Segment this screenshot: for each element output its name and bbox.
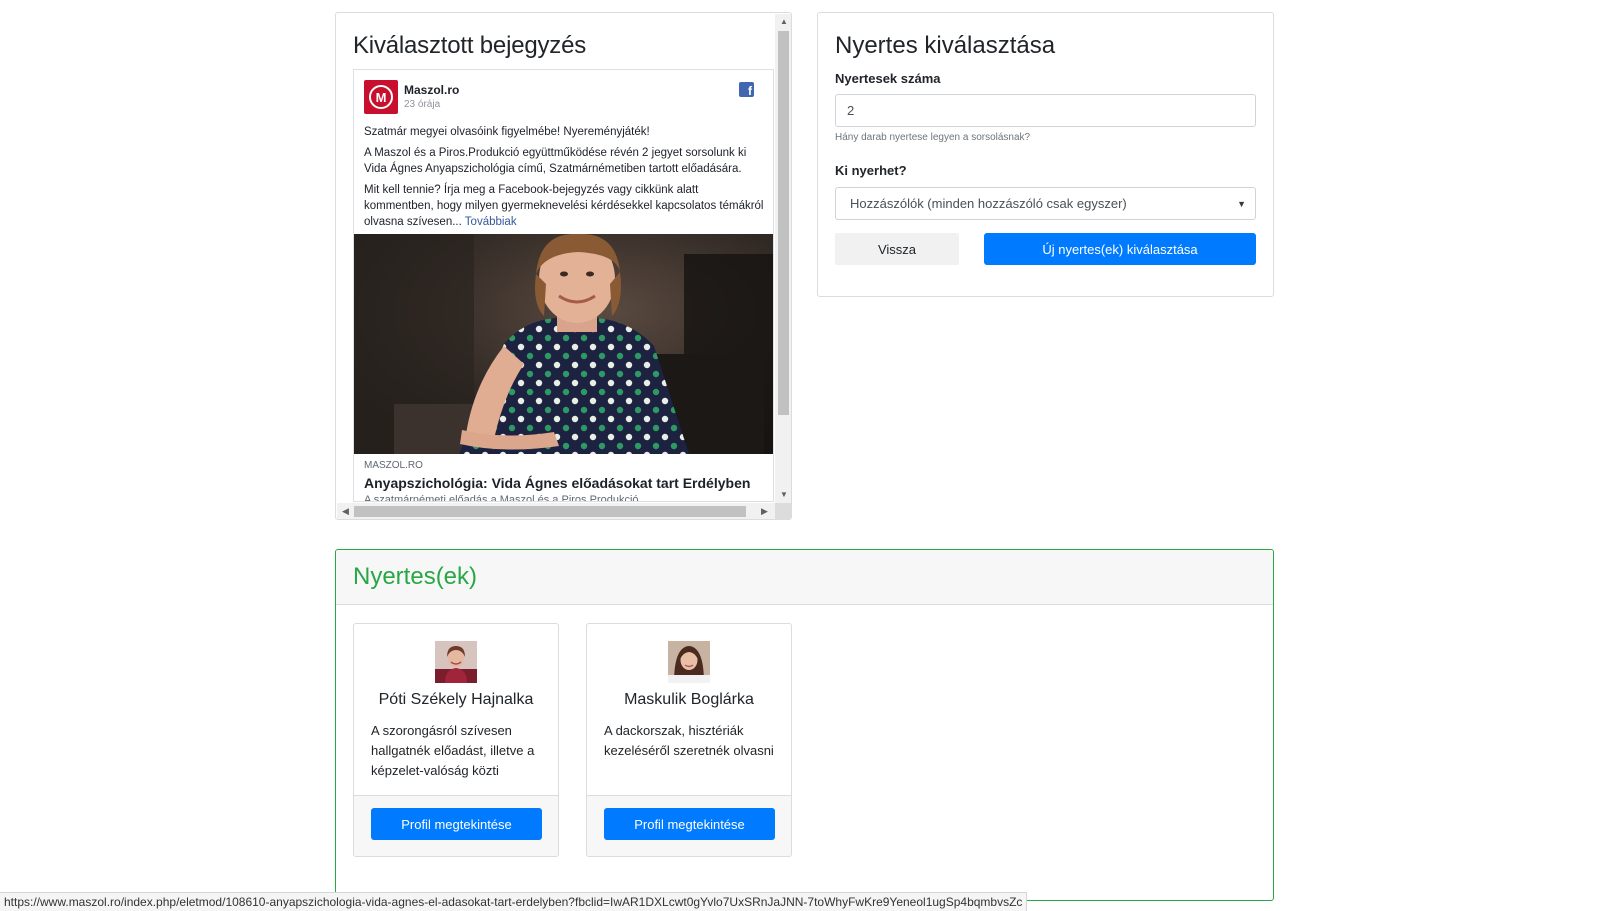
scroll-left-arrow-icon[interactable]: ◀ bbox=[342, 506, 349, 517]
post-horizontal-scrollbar[interactable]: ◀ ▶ bbox=[337, 503, 775, 519]
winner-card: Póti Székely Hajnalka A szorongásról szí… bbox=[353, 623, 559, 857]
post-paragraph-1: Szatmár megyei olvasóink figyelmébe! Nye… bbox=[364, 126, 650, 138]
vertical-scroll-thumb[interactable] bbox=[778, 31, 789, 415]
browser-status-bar: https://www.maszol.ro/index.php/eletmod/… bbox=[0, 892, 1028, 911]
post-page-name[interactable]: Maszol.ro bbox=[404, 83, 459, 97]
winner-count-input[interactable]: 2 bbox=[835, 94, 1256, 127]
selected-post-card: Kiválasztott bejegyzés M Maszol.ro 23 ór… bbox=[335, 12, 792, 520]
avatar[interactable] bbox=[668, 641, 710, 683]
winners-title: Nyertes(ek) bbox=[353, 563, 478, 590]
winner-selection-card: Nyertes kiválasztása Nyertesek száma 2 H… bbox=[817, 12, 1274, 297]
link-description: A szatmárnémeti előadás a Maszol és a Pi… bbox=[364, 494, 639, 502]
post-paragraph-3: Mit kell tennie? Írja meg a Facebook-bej… bbox=[364, 182, 764, 230]
winners-header: Nyertes(ek) bbox=[336, 550, 1273, 605]
winner-comment: A szorongásról szívesen hallgatnék előad… bbox=[371, 723, 535, 778]
winner-name: Póti Székely Hajnalka bbox=[378, 691, 534, 708]
selected-post-title: Kiválasztott bejegyzés bbox=[353, 32, 587, 59]
post-timestamp[interactable]: 23 órája bbox=[404, 99, 440, 110]
post-text: Szatmár megyei olvasóink figyelmébe! Nye… bbox=[364, 124, 764, 235]
winner-comment: A dackorszak, hisztériák kezeléséről sze… bbox=[604, 723, 774, 758]
winners-section: Nyertes(ek) Póti Székely Hajnalka A szor… bbox=[335, 549, 1274, 901]
maszol-logo-icon[interactable]: M bbox=[364, 80, 398, 114]
winner-selection-title: Nyertes kiválasztása bbox=[835, 32, 1056, 59]
scrollbar-corner bbox=[775, 503, 791, 519]
winner-name: Maskulik Boglárka bbox=[624, 691, 754, 708]
back-button[interactable]: Vissza bbox=[835, 233, 959, 265]
winner-count-label: Nyertesek száma bbox=[835, 71, 941, 86]
post-vertical-scrollbar[interactable]: ▲ ▼ bbox=[775, 14, 791, 503]
maszol-logo-letter: M bbox=[369, 85, 393, 109]
post-image[interactable] bbox=[354, 234, 773, 454]
post-paragraph-2: A Maszol és a Piros.Produkció együttműkö… bbox=[364, 147, 747, 175]
horizontal-scroll-thumb[interactable] bbox=[354, 506, 746, 517]
post-photo-illustration bbox=[354, 234, 773, 454]
see-more-link[interactable]: Továbbiak bbox=[465, 216, 517, 228]
winner-card: Maskulik Boglárka A dackorszak, hisztéri… bbox=[586, 623, 792, 857]
post-paragraph-3-text: Mit kell tennie? Írja meg a Facebook-bej… bbox=[364, 184, 764, 228]
avatar-illustration bbox=[435, 641, 477, 683]
avatar[interactable] bbox=[435, 641, 477, 683]
link-domain: MASZOL.RO bbox=[364, 460, 423, 471]
dropdown-caret-icon: ▼ bbox=[1237, 199, 1246, 209]
new-winners-button[interactable]: Új nyertes(ek) kiválasztása bbox=[984, 233, 1256, 265]
winner-count-help: Hány darab nyertese legyen a sorsolásnak… bbox=[835, 132, 1031, 143]
avatar-illustration bbox=[668, 641, 710, 683]
view-profile-button[interactable]: Profil megtekintése bbox=[371, 808, 542, 840]
view-profile-button[interactable]: Profil megtekintése bbox=[604, 808, 775, 840]
winner-card-footer: Profil megtekintése bbox=[587, 795, 791, 856]
facebook-post-embed: M Maszol.ro 23 órája f Szatmár megyei ol… bbox=[353, 69, 774, 502]
scroll-up-arrow-icon[interactable]: ▲ bbox=[780, 17, 788, 26]
scroll-down-arrow-icon[interactable]: ▼ bbox=[780, 490, 788, 499]
facebook-icon[interactable]: f bbox=[739, 82, 754, 97]
eligibility-selected-value: Hozzászólók (minden hozzászóló csak egys… bbox=[850, 196, 1127, 211]
eligibility-label: Ki nyerhet? bbox=[835, 163, 907, 178]
winner-card-footer: Profil megtekintése bbox=[354, 795, 558, 856]
link-title[interactable]: Anyapszichológia: Vida Ágnes előadásokat… bbox=[364, 475, 750, 491]
eligibility-select[interactable]: Hozzászólók (minden hozzászóló csak egys… bbox=[835, 187, 1256, 220]
scroll-right-arrow-icon[interactable]: ▶ bbox=[761, 506, 768, 517]
